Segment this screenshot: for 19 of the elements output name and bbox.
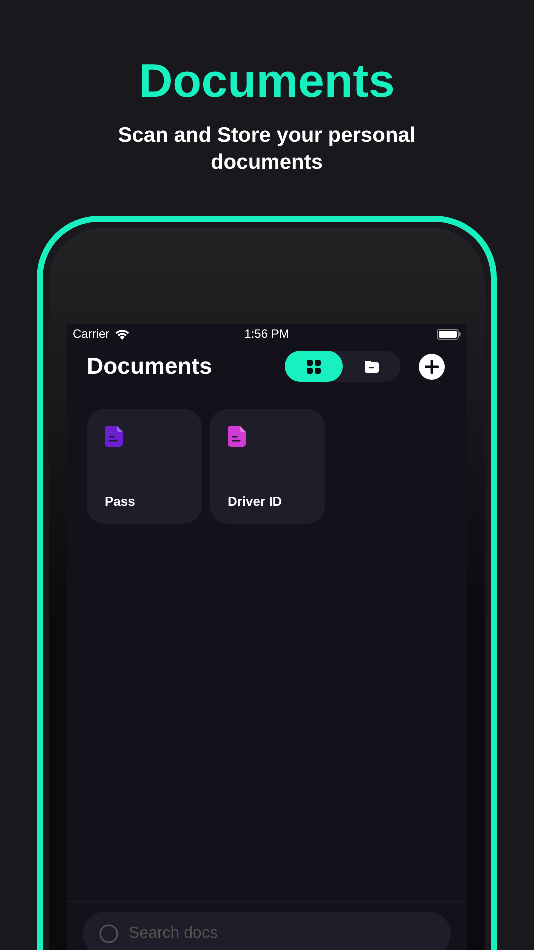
folder-icon (365, 360, 379, 372)
grid-view-button[interactable] (285, 351, 343, 382)
document-card[interactable]: Driver ID (210, 409, 325, 524)
document-name: Driver ID (228, 494, 282, 509)
subtitle: Scan and Store your personal documents (117, 123, 417, 176)
screen-title: Documents (87, 353, 214, 380)
status-time: 1:56 PM (244, 327, 290, 341)
search-icon (99, 924, 119, 944)
document-name: Pass (105, 494, 136, 509)
wifi-icon (114, 328, 130, 340)
search-input[interactable]: Search docs (129, 925, 435, 943)
plus-icon (425, 360, 439, 374)
document-card[interactable]: Pass (87, 409, 202, 524)
carrier-label: Carrier (73, 327, 110, 341)
add-button[interactable] (419, 354, 445, 380)
headline: Documents (139, 54, 395, 108)
search-field[interactable]: Search docs (83, 912, 451, 950)
grid-icon (307, 360, 321, 374)
battery-icon (437, 328, 461, 340)
